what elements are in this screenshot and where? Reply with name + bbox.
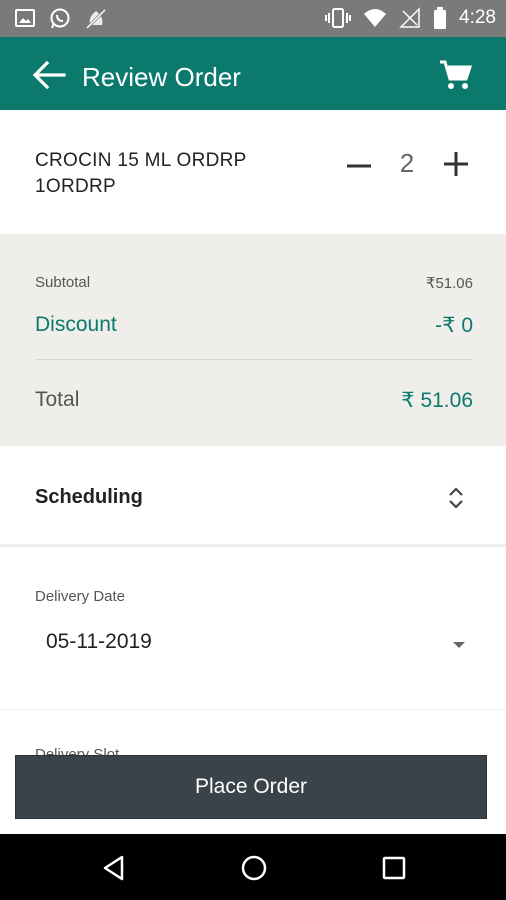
subtotal-row: Subtotal ₹51.06	[35, 274, 473, 292]
total-label: Total	[35, 388, 80, 411]
subtotal-label: Subtotal	[35, 274, 91, 291]
nav-back-icon[interactable]	[100, 854, 128, 882]
total-value: ₹ 51.06	[401, 389, 473, 412]
status-bar: 4:28	[0, 0, 506, 37]
order-summary: Subtotal ₹51.06 Discount -₹ 0 Total ₹ 51…	[0, 234, 506, 446]
dropdown-arrow-icon[interactable]	[451, 637, 467, 648]
place-order-button[interactable]: Place Order	[15, 755, 487, 819]
scheduling-section[interactable]: Scheduling	[0, 446, 506, 547]
total-row: Total ₹ 51.06	[35, 388, 473, 413]
system-navigation-bar	[0, 834, 506, 900]
summary-divider	[35, 359, 473, 360]
discount-row: Discount -₹ 0	[35, 313, 473, 338]
increase-quantity-button[interactable]	[440, 148, 472, 180]
item-name: CROCIN 15 ML ORDRP 1ORDRP	[35, 150, 247, 197]
status-time: 4:28	[459, 7, 496, 28]
mute-icon	[84, 7, 108, 31]
discount-label: Discount	[35, 313, 117, 336]
image-icon	[14, 7, 36, 31]
delivery-date-label: Delivery Date	[35, 588, 126, 605]
subtotal-value: ₹51.06	[425, 275, 473, 292]
page-title: Review Order	[82, 62, 241, 92]
cart-icon[interactable]	[438, 59, 473, 91]
discount-value: -₹ 0	[435, 314, 473, 337]
order-item-row: CROCIN 15 ML ORDRP 1ORDRP 2	[0, 110, 506, 234]
scheduling-label: Scheduling	[35, 486, 143, 508]
nav-home-icon[interactable]	[240, 854, 268, 882]
nav-recents-icon[interactable]	[380, 854, 408, 882]
signal-icon	[399, 7, 421, 29]
back-arrow-icon[interactable]	[32, 60, 66, 90]
whatsapp-icon	[48, 7, 72, 31]
delivery-date-select[interactable]: 05-11-2019	[46, 630, 152, 654]
wifi-icon	[363, 7, 387, 29]
quantity-value: 2	[399, 148, 415, 178]
battery-icon	[433, 7, 447, 29]
app-bar: Review Order	[0, 37, 506, 110]
decrease-quantity-button[interactable]	[343, 150, 375, 182]
vibrate-icon	[325, 7, 352, 29]
delivery-date-section: Delivery Date 05-11-2019	[0, 550, 506, 710]
expand-collapse-icon[interactable]	[445, 486, 467, 510]
